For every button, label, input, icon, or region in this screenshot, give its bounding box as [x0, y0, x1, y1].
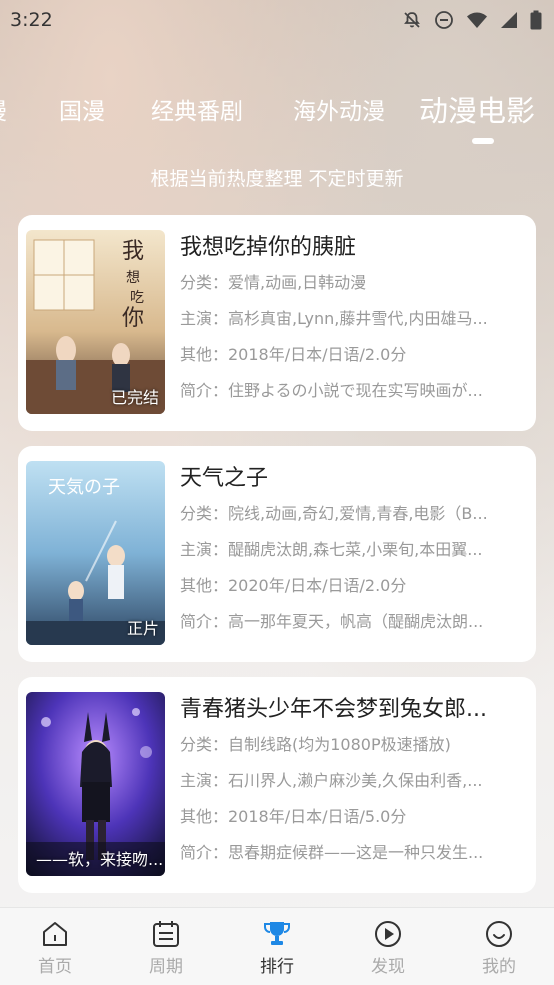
item-other: 其他：2020年/日本/日语/2.0分	[180, 576, 407, 595]
item-category: 分类：院线,动画,奇幻,爱情,青春,电影（B...	[180, 504, 488, 523]
battery-icon	[530, 10, 542, 30]
nav-label: 我的	[482, 957, 516, 977]
ranking-subtitle: 根据当前热度整理 不定时更新	[150, 168, 404, 190]
item-category: 分类：爱情,动画,日韩动漫	[180, 273, 367, 292]
list-item[interactable]: 天気の子 正片 天气之子 分类：院线,动画,奇幻,爱情,青春,电影（B... 主…	[18, 446, 536, 662]
notifications-off-icon	[402, 10, 422, 30]
item-intro: 简介：高一那年夏天，帆高（醍醐虎汰朗...	[180, 612, 484, 631]
svg-text:想: 想	[126, 270, 140, 286]
item-cast: 主演：石川界人,濑户麻沙美,久保由利香,...	[180, 771, 483, 790]
item-other: 其他：2018年/日本/日语/5.0分	[180, 807, 407, 826]
tab-overseas[interactable]: 海外动漫	[293, 92, 385, 126]
status-badge: 正片	[126, 619, 159, 638]
nav-home[interactable]: 首页	[10, 918, 100, 977]
tab-anime-movie[interactable]: 动漫电影	[419, 92, 535, 130]
svg-text:我: 我	[122, 239, 144, 264]
nav-label: 发现	[371, 957, 405, 977]
item-cast: 主演：高杉真宙,Lynn,藤井雪代,内田雄马...	[180, 309, 488, 328]
list-item[interactable]: 我 想 吃 你 已完结 我想吃掉你的胰脏 分类：爱情,动画,日韩动漫 主演：高杉…	[18, 215, 536, 431]
status-badge: 已完结	[110, 388, 159, 407]
status-badge: ——软，来接吻...	[36, 850, 164, 869]
calendar-icon	[121, 918, 211, 950]
bottom-navigation: 首页 周期 排行 发现 我的	[0, 907, 554, 985]
nav-profile[interactable]: 我的	[454, 918, 544, 977]
svg-text:吃: 吃	[130, 290, 144, 306]
item-title[interactable]: 我想吃掉你的胰脏	[180, 231, 526, 265]
item-intro: 简介：思春期症候群——这是一种只发生...	[180, 843, 484, 862]
nav-label: 周期	[149, 957, 183, 977]
nav-discover[interactable]: 发现	[343, 918, 433, 977]
list-item[interactable]: ——软，来接吻... 青春猪头少年不会梦到兔女郎... 分类：自制线路(均为10…	[18, 677, 536, 893]
item-title[interactable]: 青春猪头少年不会梦到兔女郎...	[180, 693, 526, 727]
item-category: 分类：自制线路(均为1080P极速播放)	[180, 735, 451, 754]
poster-image[interactable]: 我 想 吃 你 已完结	[26, 230, 165, 414]
play-circle-icon	[343, 918, 433, 950]
nav-ranking[interactable]: 排行	[232, 918, 322, 977]
status-bar: 3:22	[0, 0, 554, 40]
wifi-icon	[466, 10, 488, 30]
tab-classic[interactable]: 经典番剧	[151, 92, 243, 126]
item-intro: 简介：住野よるの小説で现在实写映画が...	[180, 381, 483, 400]
poster-image[interactable]: ——软，来接吻...	[26, 692, 165, 876]
poster-image[interactable]: 天気の子 正片	[26, 461, 165, 645]
nav-schedule[interactable]: 周期	[121, 918, 211, 977]
status-time: 3:22	[10, 9, 53, 31]
item-other: 其他：2018年/日本/日语/2.0分	[180, 345, 407, 364]
home-icon	[10, 918, 100, 950]
item-cast: 主演：醍醐虎汰朗,森七菜,小栗旬,本田翼...	[180, 540, 483, 559]
smile-icon	[454, 918, 544, 950]
trophy-icon	[232, 918, 322, 950]
do-not-disturb-icon	[434, 10, 454, 30]
nav-label: 首页	[38, 957, 72, 977]
svg-text:你: 你	[122, 306, 144, 331]
signal-icon	[500, 11, 518, 29]
tab-guoman[interactable]: 国漫	[59, 92, 105, 126]
svg-text:天気の子: 天気の子	[48, 477, 120, 498]
active-tab-indicator	[472, 138, 494, 144]
tab-partial[interactable]: 漫	[0, 92, 7, 126]
nav-label: 排行	[260, 957, 294, 977]
category-tabs: 漫 国漫 经典番剧 海外动漫 动漫电影	[0, 92, 554, 142]
status-icons	[402, 10, 542, 30]
item-title[interactable]: 天气之子	[180, 462, 526, 496]
